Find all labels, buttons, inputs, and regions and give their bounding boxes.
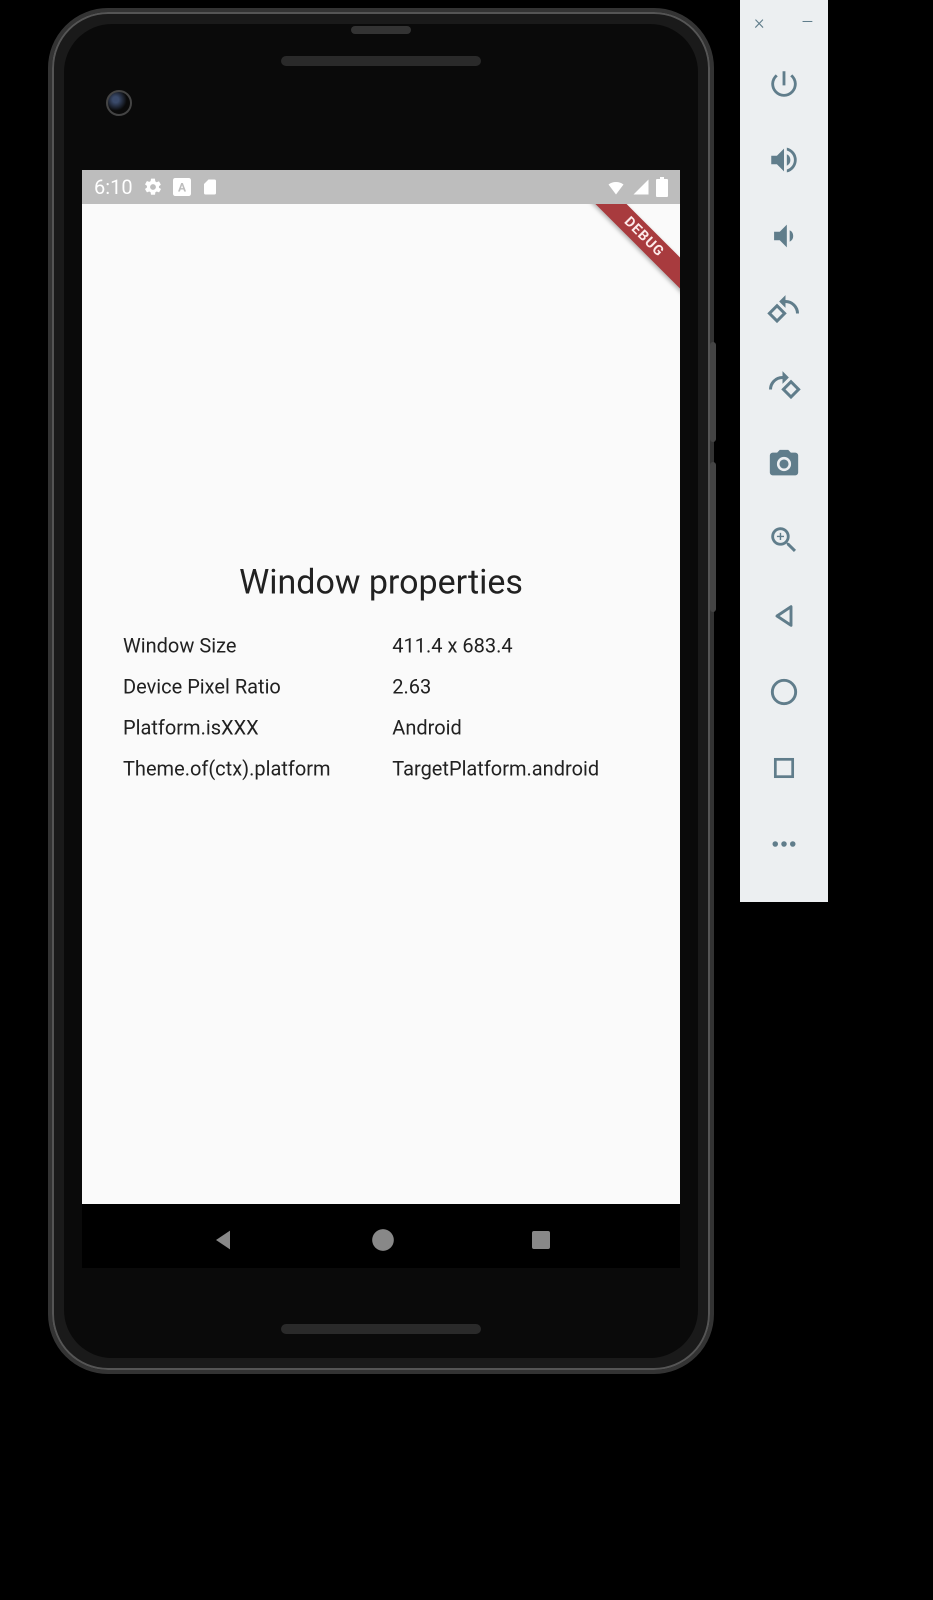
wifi-icon bbox=[606, 177, 626, 197]
prop-value: 2.63 bbox=[392, 668, 639, 707]
back-triangle-icon bbox=[770, 602, 798, 630]
table-row: Device Pixel Ratio2.63 bbox=[123, 668, 639, 707]
phone-volume-button bbox=[710, 462, 716, 612]
home-button[interactable] bbox=[740, 654, 828, 730]
volume-up-icon bbox=[767, 143, 801, 177]
prop-label: Platform.isXXX bbox=[123, 709, 390, 748]
settings-icon bbox=[143, 177, 163, 197]
android-nav-bar bbox=[82, 1204, 680, 1268]
phone-notch bbox=[351, 26, 411, 34]
app-body: DEBUG Window properties Window Size411.4… bbox=[82, 204, 680, 1204]
prop-value: Android bbox=[392, 709, 639, 748]
table-row: Theme.of(ctx).platformTargetPlatform.and… bbox=[123, 750, 639, 789]
prop-label: Theme.of(ctx).platform bbox=[123, 750, 390, 789]
phone-speaker-bottom bbox=[281, 1324, 481, 1334]
close-button[interactable]: × bbox=[754, 12, 764, 32]
debug-banner: DEBUG bbox=[580, 204, 680, 301]
nav-overview-icon[interactable] bbox=[529, 1228, 553, 1252]
battery-icon bbox=[656, 177, 668, 197]
page-title: Window properties bbox=[121, 563, 641, 603]
prop-label: Device Pixel Ratio bbox=[123, 668, 390, 707]
svg-text:A: A bbox=[178, 181, 187, 195]
volume-down-icon bbox=[767, 219, 801, 253]
phone-device-frame: 6:10 A DEBUG Window properties Window Si… bbox=[48, 8, 714, 1374]
power-button[interactable] bbox=[740, 46, 828, 122]
rotate-right-icon bbox=[766, 370, 802, 406]
rotate-right-button[interactable] bbox=[740, 350, 828, 426]
power-icon bbox=[767, 67, 801, 101]
letter-a-icon: A bbox=[173, 178, 191, 196]
back-button[interactable] bbox=[740, 578, 828, 654]
nav-home-icon[interactable] bbox=[370, 1227, 396, 1253]
table-row: Platform.isXXXAndroid bbox=[123, 709, 639, 748]
zoom-in-icon bbox=[767, 523, 801, 557]
more-horiz-icon bbox=[769, 829, 799, 859]
volume-down-button[interactable] bbox=[740, 198, 828, 274]
properties-table: Window Size411.4 x 683.4 Device Pixel Ra… bbox=[121, 625, 641, 791]
prop-label: Window Size bbox=[123, 627, 390, 666]
prop-value: TargetPlatform.android bbox=[392, 750, 639, 789]
camera-icon bbox=[767, 447, 801, 481]
home-circle-icon bbox=[770, 678, 798, 706]
signal-icon bbox=[632, 178, 650, 196]
overview-button[interactable] bbox=[740, 730, 828, 806]
phone-speaker-top bbox=[281, 56, 481, 66]
status-time: 6:10 bbox=[94, 175, 133, 199]
rotate-left-icon bbox=[766, 294, 802, 330]
nav-back-icon[interactable] bbox=[209, 1226, 237, 1254]
more-button[interactable] bbox=[740, 806, 828, 882]
rotate-left-button[interactable] bbox=[740, 274, 828, 350]
overview-square-icon bbox=[771, 755, 797, 781]
phone-power-button bbox=[710, 342, 716, 442]
table-row: Window Size411.4 x 683.4 bbox=[123, 627, 639, 666]
android-status-bar: 6:10 A bbox=[82, 170, 680, 204]
prop-value: 411.4 x 683.4 bbox=[392, 627, 639, 666]
phone-camera bbox=[106, 90, 132, 116]
sd-card-icon bbox=[201, 178, 219, 196]
phone-screen: 6:10 A DEBUG Window properties Window Si… bbox=[82, 170, 680, 1268]
zoom-button[interactable] bbox=[740, 502, 828, 578]
emulator-toolbar: × – bbox=[740, 0, 828, 902]
screenshot-button[interactable] bbox=[740, 426, 828, 502]
volume-up-button[interactable] bbox=[740, 122, 828, 198]
minimize-button[interactable]: – bbox=[801, 12, 814, 32]
